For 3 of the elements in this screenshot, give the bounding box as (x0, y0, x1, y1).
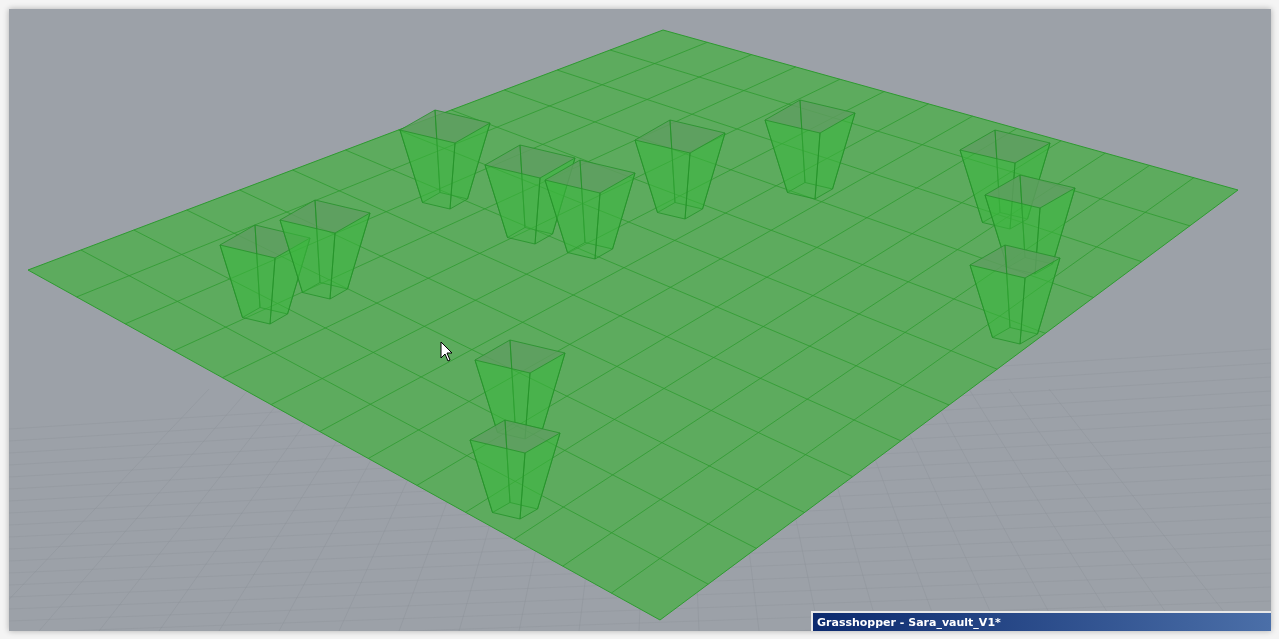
cursor-icon (440, 341, 453, 362)
viewport[interactable]: Grasshopper - Sara_vault_V1* (9, 9, 1271, 631)
window-title: Grasshopper - Sara_vault_V1* (811, 611, 1271, 631)
